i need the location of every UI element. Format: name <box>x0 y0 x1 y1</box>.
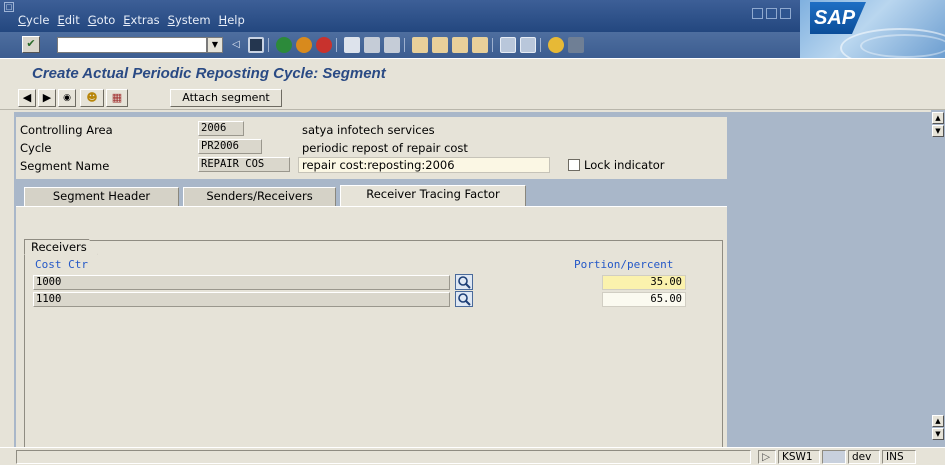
cycle-desc: periodic repost of repair cost <box>302 141 468 155</box>
cost-center-details-icon[interactable] <box>455 291 473 307</box>
delete-segment-icon[interactable]: ▦ <box>106 89 128 107</box>
segment-description-input[interactable]: repair cost:reposting:2006 <box>298 157 550 173</box>
window-buttons <box>752 8 791 19</box>
controlling-area-label: Controlling Area <box>20 123 113 137</box>
status-expand-icon[interactable]: ▷ <box>758 450 776 464</box>
vertical-scrollbar[interactable]: ▲ ▼ ▲ ▼ <box>931 110 945 447</box>
shortcut-icon[interactable] <box>520 37 536 53</box>
find-next-icon[interactable] <box>384 37 400 53</box>
print-icon[interactable] <box>344 37 360 53</box>
portion-percent-field[interactable]: 65.00 <box>602 292 686 307</box>
tab-panel: Receivers Cost Ctr Portion/percent 1000 … <box>16 206 727 448</box>
first-page-icon[interactable] <box>412 37 428 53</box>
lock-indicator-label: Lock indicator <box>584 158 665 172</box>
page-title: Create Actual Periodic Reposting Cycle: … <box>32 65 386 82</box>
standard-toolbar: ✔ ▼ ◁ <box>0 32 800 58</box>
command-history-icon[interactable]: ▼ <box>207 37 223 53</box>
last-page-icon[interactable] <box>472 37 488 53</box>
title-bar: Create Actual Periodic Reposting Cycle: … <box>0 58 945 86</box>
menu-system[interactable]: System <box>168 13 219 27</box>
menu-goto[interactable]: Goto <box>88 13 124 27</box>
status-bar: ▷ KSW1 dev INS <box>0 447 945 465</box>
create-session-icon[interactable] <box>500 37 516 53</box>
main-area: Controlling Area 2006 satya infotech ser… <box>14 112 933 448</box>
status-message-area <box>16 450 751 464</box>
back-icon[interactable] <box>276 37 292 53</box>
find-icon[interactable] <box>364 37 380 53</box>
status-insert-mode: INS <box>882 450 916 464</box>
cost-center-details-icon[interactable] <box>455 274 473 290</box>
scroll-top-icon[interactable]: ▲ <box>932 112 944 124</box>
find-segment-icon[interactable]: ◉ <box>58 89 76 107</box>
menu-list: Cycle Edit Goto Extras System Help <box>18 13 253 27</box>
layout-menu-icon[interactable] <box>568 37 584 53</box>
maximize-icon[interactable] <box>766 8 777 19</box>
cost-center-field[interactable]: 1000 <box>33 275 450 290</box>
scroll-up-icon[interactable]: ▼ <box>932 125 944 137</box>
header-panel: Controlling Area 2006 satya infotech ser… <box>16 117 727 179</box>
receivers-group: Receivers Cost Ctr Portion/percent 1000 … <box>24 239 723 448</box>
menu-edit[interactable]: Edit <box>57 13 87 27</box>
portion-percent-column-header: Portion/percent <box>574 258 674 271</box>
controlling-area-field[interactable]: 2006 <box>198 121 244 136</box>
help-icon[interactable] <box>548 37 564 53</box>
attach-segment-button[interactable]: Attach segment <box>170 89 282 107</box>
tab-segment-header[interactable]: Segment Header <box>24 187 179 206</box>
window-menu-icon[interactable]: □ <box>4 2 14 12</box>
collapse-icon[interactable]: ◁ <box>228 37 244 53</box>
enter-button[interactable]: ✔ <box>22 36 40 53</box>
application-toolbar: ◀ ▶ ◉ ☻ ▦ Attach segment <box>0 86 945 110</box>
exit-icon[interactable] <box>296 37 312 53</box>
command-field[interactable] <box>57 37 207 53</box>
status-system-icon[interactable] <box>822 450 846 464</box>
portion-percent-field[interactable]: 35.00 <box>602 275 686 290</box>
segment-name-label: Segment Name <box>20 159 110 173</box>
cancel-icon[interactable] <box>316 37 332 53</box>
scroll-page-up-icon[interactable]: ▲ <box>932 415 944 427</box>
cycle-field[interactable]: PR2006 <box>198 139 262 154</box>
status-system-name: dev <box>848 450 880 464</box>
menu-help[interactable]: Help <box>219 13 253 27</box>
minimize-icon[interactable] <box>752 8 763 19</box>
tab-senders-receivers[interactable]: Senders/Receivers <box>183 187 336 206</box>
sap-logo: SAP <box>810 2 866 34</box>
sap-logo-area: SAP <box>800 0 945 58</box>
save-icon[interactable] <box>248 37 264 53</box>
segment-name-field[interactable]: REPAIR COS <box>198 157 290 172</box>
previous-page-icon[interactable] <box>432 37 448 53</box>
lock-indicator-checkbox[interactable] <box>568 159 580 171</box>
controlling-area-desc: satya infotech services <box>302 123 435 137</box>
cycle-label: Cycle <box>20 141 52 155</box>
status-transaction-code: KSW1 <box>778 450 820 464</box>
receivers-group-caption: Receivers <box>24 239 98 255</box>
menu-extras[interactable]: Extras <box>123 13 167 27</box>
scroll-down-icon[interactable]: ▼ <box>932 428 944 440</box>
menu-cycle[interactable]: Cycle <box>18 13 57 27</box>
tab-receiver-tracing-factor[interactable]: Receiver Tracing Factor <box>340 185 526 207</box>
previous-segment-button[interactable]: ◀ <box>18 89 36 107</box>
next-page-icon[interactable] <box>452 37 468 53</box>
cost-center-field[interactable]: 1100 <box>33 292 450 307</box>
next-segment-button[interactable]: ▶ <box>38 89 56 107</box>
cost-center-column-header: Cost Ctr <box>35 258 88 271</box>
close-icon[interactable] <box>780 8 791 19</box>
user-icon[interactable]: ☻ <box>80 89 104 107</box>
